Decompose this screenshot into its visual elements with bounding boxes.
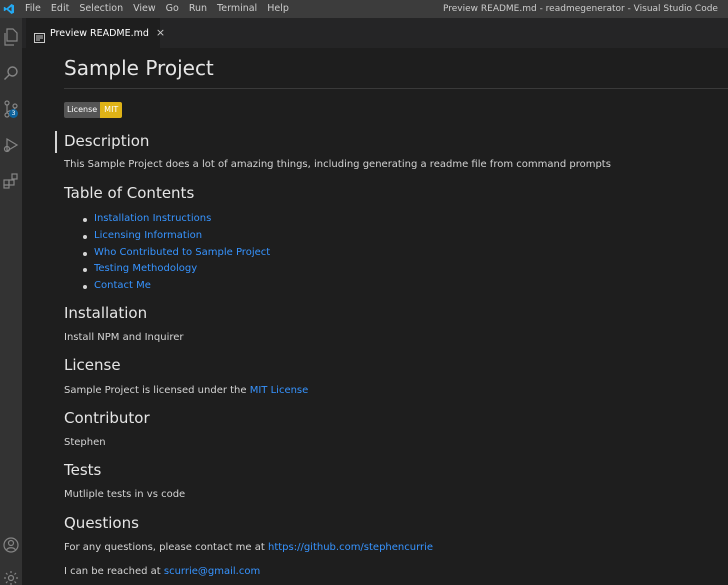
preview-icon	[34, 28, 45, 43]
license-paragraph: Sample Project is licensed under the MIT…	[64, 385, 308, 396]
active-line-marker	[55, 131, 57, 153]
menu-edit[interactable]: Edit	[46, 0, 74, 18]
explorer-icon[interactable]	[0, 22, 22, 52]
tests-heading: Tests	[64, 461, 102, 479]
list-item: Contact Me	[82, 278, 270, 295]
source-control-icon[interactable]: 3	[0, 94, 22, 124]
page-title: Sample Project	[64, 56, 214, 80]
installation-text: Install NPM and Inquirer	[64, 332, 184, 343]
editor-tab-bar: Preview README.md ×	[22, 18, 728, 48]
title-bar: File Edit Selection View Go Run Terminal…	[0, 0, 728, 18]
window-title: Preview README.md - readmegenerator - Vi…	[443, 4, 718, 14]
menu-bar: File Edit Selection View Go Run Terminal…	[20, 0, 294, 18]
menu-terminal[interactable]: Terminal	[212, 0, 262, 18]
list-item: Installation Instructions	[82, 211, 270, 228]
toc-heading: Table of Contents	[64, 184, 195, 202]
list-item: Licensing Information	[82, 228, 270, 245]
manage-gear-icon[interactable]	[0, 563, 22, 585]
contributor-heading: Contributor	[64, 409, 150, 427]
tests-text: Mutliple tests in vs code	[64, 489, 186, 500]
license-badge-label: License	[64, 102, 101, 118]
description-text: This Sample Project does a lot of amazin…	[64, 159, 611, 170]
source-control-badge: 3	[9, 109, 18, 118]
installation-heading: Installation	[64, 304, 148, 322]
menu-file[interactable]: File	[20, 0, 46, 18]
menu-help[interactable]: Help	[262, 0, 294, 18]
reach-text: I can be reached at	[64, 566, 164, 577]
extensions-icon[interactable]	[0, 166, 22, 196]
list-item: Who Contributed to Sample Project	[82, 245, 270, 262]
toc-link-contributor[interactable]: Who Contributed to Sample Project	[94, 247, 270, 258]
questions-paragraph: For any questions, please contact me at …	[64, 542, 433, 553]
menu-run[interactable]: Run	[184, 0, 212, 18]
tab-label: Preview README.md	[50, 27, 149, 39]
title-divider	[64, 88, 728, 89]
toc-link-questions[interactable]: Contact Me	[94, 280, 151, 291]
activity-bar: 3	[0, 18, 22, 585]
menu-selection[interactable]: Selection	[74, 0, 128, 18]
description-heading: Description	[64, 132, 150, 150]
close-icon[interactable]: ×	[156, 18, 165, 48]
menu-go[interactable]: Go	[161, 0, 184, 18]
tab-preview-readme[interactable]: Preview README.md ×	[26, 18, 165, 48]
questions-text: For any questions, please contact me at	[64, 542, 268, 553]
contributor-text: Stephen	[64, 437, 106, 448]
vscode-logo-icon	[0, 0, 18, 18]
email-link[interactable]: scurrie@gmail.com	[164, 566, 260, 577]
license-badge[interactable]: License MIT	[64, 102, 123, 118]
toc-link-installation[interactable]: Installation Instructions	[94, 213, 211, 224]
list-item: Testing Methodology	[82, 261, 270, 278]
license-heading: License	[64, 356, 121, 374]
menu-view[interactable]: View	[128, 0, 161, 18]
account-icon[interactable]	[0, 530, 22, 560]
license-text: Sample Project is licensed under the	[64, 385, 250, 396]
toc-link-license[interactable]: Licensing Information	[94, 230, 202, 241]
markdown-preview: Sample Project License MIT Description T…	[22, 48, 728, 585]
mit-license-link[interactable]: MIT License	[250, 385, 309, 396]
toc-link-tests[interactable]: Testing Methodology	[94, 263, 197, 274]
github-link[interactable]: https://github.com/stephencurrie	[268, 542, 433, 553]
search-icon[interactable]	[0, 58, 22, 88]
table-of-contents: Installation Instructions Licensing Info…	[82, 211, 270, 295]
questions-heading: Questions	[64, 514, 139, 532]
reach-paragraph: I can be reached at scurrie@gmail.com	[64, 566, 260, 577]
license-badge-value: MIT	[100, 102, 123, 118]
run-debug-icon[interactable]	[0, 130, 22, 160]
